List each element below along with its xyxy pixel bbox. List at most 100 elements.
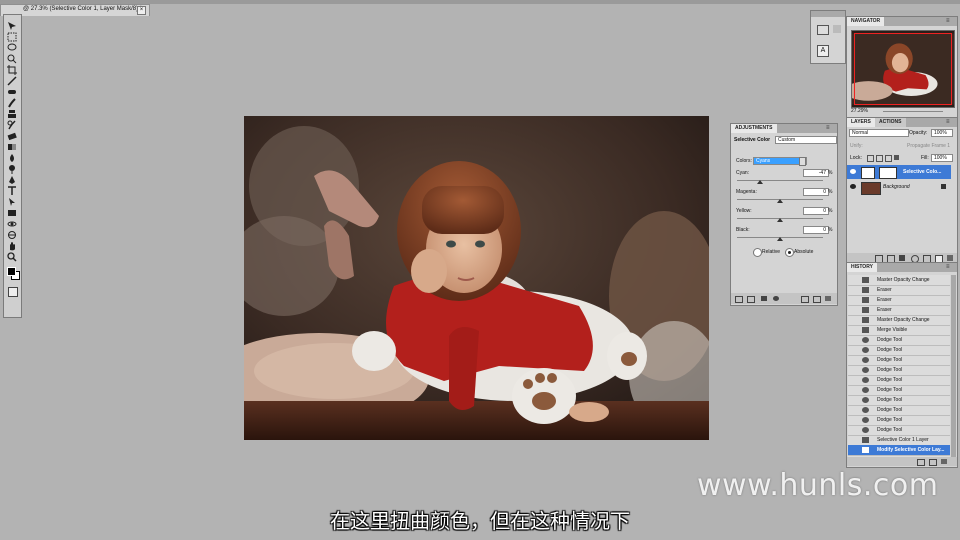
3d-rotate-tool-icon[interactable] — [7, 219, 17, 229]
relative-radio[interactable] — [753, 248, 762, 257]
gradient-tool-icon[interactable] — [7, 142, 17, 152]
lock-transparent-icon[interactable] — [867, 155, 874, 162]
blend-mode-select[interactable]: Normal — [849, 129, 909, 137]
dodge-tool-icon[interactable] — [7, 164, 17, 174]
shape-tool-icon[interactable] — [7, 208, 17, 218]
propagate-frame-checkbox[interactable]: Propagate Frame 1 — [907, 143, 950, 149]
dock-character-icon[interactable]: A — [817, 45, 829, 57]
history-step-icon — [862, 327, 869, 333]
dock-panel-icon-2[interactable] — [833, 25, 841, 33]
panel-menu-icon[interactable]: ≡ — [946, 264, 954, 270]
tab-layers[interactable]: LAYERS — [847, 118, 875, 127]
slider-value-field[interactable]: 0 — [803, 188, 829, 196]
slider-label: Cyan: — [736, 170, 750, 176]
reset-icon[interactable] — [813, 296, 821, 303]
fill-field[interactable]: 100% — [931, 154, 953, 162]
slider-thumb[interactable] — [757, 180, 763, 184]
zoom-tool-icon[interactable] — [7, 252, 17, 262]
move-tool-icon[interactable] — [7, 21, 17, 31]
history-item-label: Dodge Tool — [877, 357, 903, 363]
navigator-view-box[interactable] — [854, 33, 952, 105]
quick-mask-icon[interactable] — [8, 287, 18, 297]
delete-layer-icon[interactable] — [947, 255, 953, 261]
eraser-tool-icon[interactable] — [7, 131, 17, 141]
type-tool-icon[interactable] — [7, 186, 17, 196]
add-mask-icon[interactable] — [899, 255, 905, 261]
slider-label: Yellow: — [736, 208, 752, 214]
tab-navigator[interactable]: NAVIGATOR — [847, 17, 885, 26]
history-item-label: Dodge Tool — [877, 427, 903, 433]
slider-track[interactable] — [737, 180, 823, 181]
lock-position-icon[interactable] — [885, 155, 892, 162]
eyedropper-tool-icon[interactable] — [7, 76, 17, 86]
slider-label: Magenta: — [736, 189, 757, 195]
navigator-zoom-value: 27.29% — [851, 108, 868, 114]
layer-mask-thumbnail[interactable] — [879, 167, 897, 179]
image-canvas[interactable] — [244, 116, 709, 440]
lasso-tool-icon[interactable] — [7, 43, 17, 53]
3d-orbit-tool-icon[interactable] — [7, 230, 17, 240]
absolute-radio[interactable] — [785, 248, 794, 257]
view-previous-icon[interactable] — [801, 296, 809, 303]
quick-select-tool-icon[interactable] — [7, 54, 17, 64]
chevron-down-icon[interactable] — [799, 157, 806, 166]
navigator-zoom-field[interactable]: 27.29% — [851, 108, 871, 114]
slider-thumb[interactable] — [777, 237, 783, 241]
layer-name[interactable]: Selective Colo... — [903, 169, 941, 175]
opacity-value: 100% — [934, 130, 947, 136]
clone-stamp-tool-icon[interactable] — [7, 109, 17, 119]
slider-value-field[interactable]: 0 — [803, 207, 829, 215]
delete-adjustment-icon[interactable] — [825, 296, 831, 301]
brush-tool-icon[interactable] — [7, 98, 17, 108]
slider-value-field[interactable]: 0 — [803, 226, 829, 234]
history-item-label: Master Opacity Change — [877, 277, 930, 283]
visibility-eye-icon[interactable] — [850, 184, 856, 189]
healing-brush-tool-icon[interactable] — [7, 87, 17, 97]
delete-state-icon[interactable] — [941, 459, 947, 464]
visibility-eye-icon[interactable] — [850, 169, 856, 174]
slider-thumb[interactable] — [777, 199, 783, 203]
tab-actions[interactable]: ACTIONS — [875, 118, 906, 127]
history-step-icon — [862, 447, 869, 453]
lock-all-icon[interactable] — [894, 155, 899, 160]
lock-buttons[interactable] — [867, 155, 907, 162]
layer-row-selective-color[interactable]: Selective Colo... — [847, 165, 951, 179]
lock-pixels-icon[interactable] — [876, 155, 883, 162]
new-document-from-state-icon[interactable] — [917, 459, 925, 466]
crop-tool-icon[interactable] — [7, 65, 17, 75]
fill-label: Fill: — [921, 155, 929, 161]
panel-menu-icon[interactable]: ≡ — [946, 119, 954, 125]
navigator-thumbnail[interactable] — [851, 30, 955, 108]
document-tab[interactable]: @ 27.3% (Selective Color 1, Layer Mask/8… — [0, 4, 150, 16]
hand-tool-icon[interactable] — [7, 241, 17, 251]
opacity-field[interactable]: 100% — [931, 129, 953, 137]
layer-row-background[interactable]: Background — [847, 180, 951, 195]
dock-panel-icon[interactable] — [817, 25, 829, 35]
tab-adjustments[interactable]: ADJUSTMENTS — [731, 124, 777, 133]
marquee-tool-icon[interactable] — [7, 32, 17, 42]
expand-view-icon[interactable] — [747, 296, 755, 303]
tab-history[interactable]: HISTORY — [847, 263, 877, 272]
slider-value: 0 — [823, 227, 826, 233]
blur-tool-icon[interactable] — [7, 153, 17, 163]
path-select-tool-icon[interactable] — [7, 197, 17, 207]
history-item[interactable]: Modify Selective Color Lay... — [848, 445, 950, 456]
layer-name[interactable]: Background — [883, 184, 910, 190]
history-step-icon — [862, 317, 869, 323]
history-scrollbar[interactable] — [951, 275, 956, 457]
panel-menu-icon[interactable]: ≡ — [946, 18, 954, 24]
preset-select[interactable]: Custom — [775, 136, 837, 144]
history-item-label: Selective Color 1 Layer — [877, 437, 929, 443]
slider-value-field[interactable]: -47 — [803, 169, 829, 177]
clip-to-layer-icon[interactable] — [761, 296, 767, 301]
return-to-list-icon[interactable] — [735, 296, 743, 303]
close-tab-icon[interactable]: × — [137, 6, 146, 15]
navigator-zoom-slider[interactable] — [883, 111, 943, 112]
foreground-color-swatch[interactable] — [7, 267, 16, 276]
slider-thumb[interactable] — [777, 218, 783, 222]
pen-tool-icon[interactable] — [7, 175, 17, 185]
history-brush-tool-icon[interactable] — [7, 120, 17, 130]
toggle-visibility-icon[interactable] — [773, 296, 779, 301]
panel-menu-icon[interactable]: ≡ — [826, 125, 834, 131]
snapshot-icon[interactable] — [929, 459, 937, 466]
